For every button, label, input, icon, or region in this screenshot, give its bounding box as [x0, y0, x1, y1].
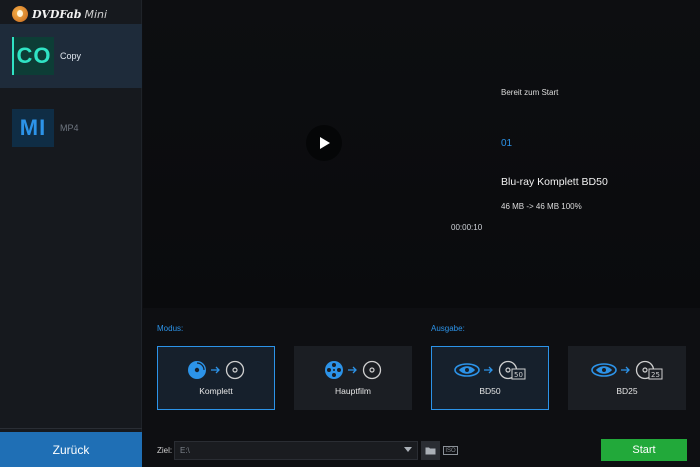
copy-tile-icon: CO — [12, 37, 54, 75]
blue-disc-icon — [188, 361, 206, 379]
ziel-label: Ziel: — [157, 446, 173, 455]
sidebar: DVDFab Mini CO Copy MI MP4 Zurück — [0, 0, 142, 467]
logo-text: DVDFab Mini — [32, 7, 108, 21]
mode-label: Komplett — [199, 386, 233, 396]
disc-bd50-icon: 50 — [498, 360, 526, 380]
output-bd25-button[interactable]: 25 BD25 — [568, 346, 686, 410]
preview-time: 00:00:10 — [451, 223, 483, 232]
film-reel-icon — [325, 361, 343, 379]
sidebar-item-label: Copy — [60, 51, 82, 61]
video-preview — [143, 0, 700, 308]
dvdfab-window: DVDFab Mini CO Copy MI MP4 Zurück 00:00:1… — [0, 0, 700, 467]
svg-text:50: 50 — [514, 371, 523, 379]
arrow-right-icon — [484, 366, 493, 374]
ziel-path-select[interactable]: E:\ — [174, 441, 418, 460]
arrow-right-icon — [211, 366, 220, 374]
card-icons: 25 — [591, 360, 663, 380]
ausgabe-label: Ausgabe: — [431, 324, 465, 333]
mode-hauptfilm-button[interactable]: Hauptfilm — [294, 346, 412, 410]
mode-label: Hauptfilm — [335, 386, 371, 396]
mode-komplett-button[interactable]: Komplett — [157, 346, 275, 410]
card-icons — [324, 360, 382, 380]
output-label: BD50 — [479, 386, 501, 396]
dvdfab-logo-icon — [12, 6, 28, 22]
arrow-right-icon — [621, 366, 630, 374]
mp4-tile-icon: MI — [12, 109, 54, 147]
sidebar-item-label: MP4 — [60, 123, 79, 133]
card-icons: 50 — [454, 360, 526, 380]
folder-icon — [425, 447, 436, 455]
status-text: Bereit zum Start — [501, 88, 559, 97]
back-button[interactable]: Zurück — [0, 432, 142, 467]
sidebar-divider — [0, 428, 142, 429]
play-icon — [320, 137, 330, 149]
modus-label: Modus: — [157, 324, 184, 333]
start-button[interactable]: Start — [601, 439, 687, 461]
output-label: BD25 — [616, 386, 638, 396]
sidebar-item-copy[interactable]: CO Copy — [0, 24, 142, 88]
title-number: 01 — [501, 138, 513, 149]
size-info: 46 MB -> 46 MB 100% — [501, 202, 582, 211]
card-icons — [187, 360, 245, 380]
bluray-logo-icon — [591, 363, 617, 377]
outline-disc-icon — [362, 360, 382, 380]
ziel-path-value: E:\ — [180, 446, 190, 455]
output-bd50-button[interactable]: 50 BD50 — [431, 346, 549, 410]
bluray-logo-icon — [454, 363, 480, 377]
disc-name: Blu-ray Komplett BD50 — [501, 176, 608, 188]
arrow-right-icon — [348, 366, 357, 374]
iso-button[interactable]: ISO — [443, 446, 458, 455]
app-logo: DVDFab Mini — [12, 5, 107, 23]
svg-text:25: 25 — [651, 371, 660, 379]
outline-disc-icon — [225, 360, 245, 380]
disc-bd25-icon: 25 — [635, 360, 663, 380]
sidebar-item-mp4[interactable]: MI MP4 — [0, 96, 142, 160]
play-button[interactable] — [306, 125, 342, 161]
chevron-down-icon[interactable] — [404, 447, 412, 452]
browse-folder-button[interactable] — [421, 441, 440, 460]
